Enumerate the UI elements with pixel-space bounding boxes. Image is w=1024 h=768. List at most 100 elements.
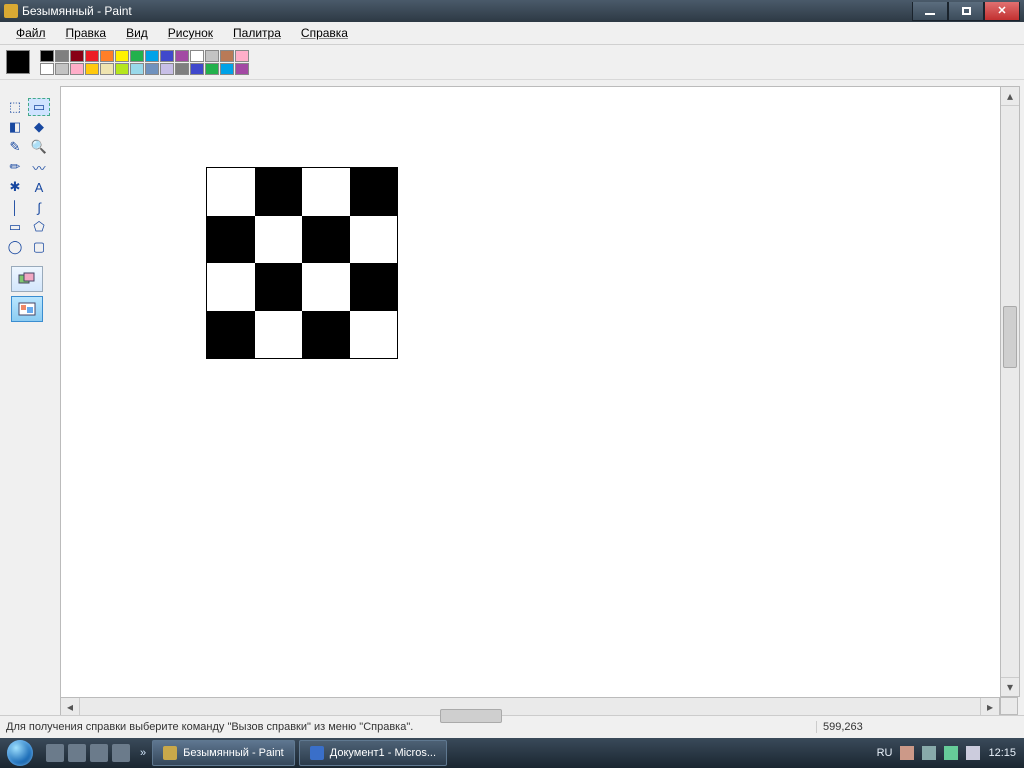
horizontal-scrollbar[interactable]: ◂ ▸	[60, 697, 1000, 717]
color-swatch[interactable]	[115, 50, 129, 62]
quick-launch-expand-icon[interactable]: »	[136, 747, 150, 759]
color-swatch[interactable]	[175, 63, 189, 75]
menu-image[interactable]: Рисунок	[158, 24, 223, 42]
color-swatch[interactable]	[175, 50, 189, 62]
scroll-up-arrow-icon[interactable]: ▴	[1001, 87, 1019, 106]
chess-square	[350, 216, 398, 264]
taskbar: » Безымянный - Paint Документ1 - Micros.…	[0, 738, 1024, 768]
h-scroll-thumb[interactable]	[440, 709, 502, 723]
color-swatch[interactable]	[190, 50, 204, 62]
eraser-tool[interactable]: ◧	[4, 118, 26, 136]
color-swatch[interactable]	[85, 63, 99, 75]
color-swatch[interactable]	[55, 63, 69, 75]
color-swatch[interactable]	[70, 63, 84, 75]
scroll-left-arrow-icon[interactable]: ◂	[61, 698, 80, 716]
scroll-down-arrow-icon[interactable]: ▾	[1001, 677, 1019, 696]
close-button[interactable]	[984, 2, 1020, 21]
checkerboard-drawing	[206, 167, 398, 359]
taskbar-item-label: Безымянный - Paint	[183, 747, 284, 759]
status-bar: Для получения справки выберите команду "…	[0, 715, 1024, 738]
maximize-button[interactable]	[948, 2, 984, 21]
color-swatch[interactable]	[130, 63, 144, 75]
color-swatch[interactable]	[205, 63, 219, 75]
text-tool[interactable]: A	[28, 178, 50, 196]
color-swatch[interactable]	[205, 50, 219, 62]
color-swatch[interactable]	[220, 63, 234, 75]
vertical-scrollbar[interactable]: ▴ ▾	[1000, 86, 1020, 697]
color-swatch[interactable]	[100, 50, 114, 62]
chess-square	[302, 216, 350, 264]
ext-tool-2[interactable]	[11, 296, 43, 322]
taskbar-item-word[interactable]: Документ1 - Micros...	[299, 740, 447, 766]
rounded-rect-tool[interactable]: ▢	[28, 238, 50, 256]
polygon-tool[interactable]: ⬠	[28, 218, 50, 236]
color-swatch[interactable]	[55, 50, 69, 62]
scroll-right-arrow-icon[interactable]: ▸	[980, 698, 999, 716]
color-swatch[interactable]	[160, 63, 174, 75]
color-swatch[interactable]	[70, 50, 84, 62]
rectangle-tool[interactable]: ▭	[4, 218, 26, 236]
taskbar-clock[interactable]: 12:15	[988, 747, 1016, 759]
chess-square	[255, 216, 303, 264]
color-swatch[interactable]	[85, 50, 99, 62]
picker-tool[interactable]: ✎	[4, 138, 26, 156]
tray-icon[interactable]	[900, 746, 914, 760]
quick-launch-item[interactable]	[90, 744, 108, 762]
brush-tool[interactable]: 〰	[28, 158, 50, 176]
minimize-button[interactable]	[912, 2, 948, 21]
quick-launch-item[interactable]	[112, 744, 130, 762]
menu-view[interactable]: Вид	[116, 24, 158, 42]
tray-network-icon[interactable]	[944, 746, 958, 760]
free-select-tool[interactable]: ⬚	[4, 98, 26, 116]
chess-square	[207, 168, 255, 216]
menu-palette[interactable]: Палитра	[223, 24, 291, 42]
color-swatch[interactable]	[190, 63, 204, 75]
pencil-tool[interactable]: ✏	[4, 158, 26, 176]
language-indicator[interactable]: RU	[877, 747, 893, 759]
menu-file[interactable]: Файл	[6, 24, 56, 42]
color-swatch[interactable]	[40, 50, 54, 62]
chess-square	[350, 168, 398, 216]
curve-tool[interactable]: ∫	[28, 198, 50, 216]
status-help-text: Для получения справки выберите команду "…	[0, 721, 816, 733]
color-swatch[interactable]	[145, 50, 159, 62]
word-icon	[310, 746, 324, 760]
chess-square	[350, 311, 398, 359]
quick-launch-item[interactable]	[68, 744, 86, 762]
ext-tool-1[interactable]	[11, 266, 43, 292]
tray-volume-icon[interactable]	[966, 746, 980, 760]
status-coordinates: 599,263	[816, 721, 943, 733]
menu-edit[interactable]: Правка	[56, 24, 117, 42]
layers-icon	[18, 272, 36, 286]
chess-square	[207, 263, 255, 311]
color-swatch[interactable]	[220, 50, 234, 62]
chess-square	[302, 168, 350, 216]
color-swatch[interactable]	[100, 63, 114, 75]
current-color-swatch[interactable]	[6, 50, 30, 74]
chess-square	[302, 263, 350, 311]
paint-icon	[163, 746, 177, 760]
tray-icon[interactable]	[922, 746, 936, 760]
color-swatch[interactable]	[145, 63, 159, 75]
canvas-area[interactable]	[60, 86, 1000, 697]
start-button[interactable]	[0, 738, 40, 768]
taskbar-item-paint[interactable]: Безымянный - Paint	[152, 740, 295, 766]
scroll-corner	[1000, 697, 1018, 715]
color-swatch[interactable]	[40, 63, 54, 75]
color-swatch[interactable]	[115, 63, 129, 75]
color-swatch[interactable]	[235, 63, 249, 75]
title-bar: Безымянный - Paint	[0, 0, 1024, 22]
v-scroll-thumb[interactable]	[1003, 306, 1017, 368]
ellipse-tool[interactable]: ◯	[4, 238, 26, 256]
color-swatch[interactable]	[130, 50, 144, 62]
color-swatch[interactable]	[160, 50, 174, 62]
color-swatch[interactable]	[235, 50, 249, 62]
toolbox: ⬚▭◧◆✎🔍✏〰✱A│∫▭⬠◯▢	[0, 80, 54, 715]
line-tool[interactable]: │	[4, 198, 26, 216]
menu-help[interactable]: Справка	[291, 24, 358, 42]
rect-select-tool[interactable]: ▭	[28, 98, 50, 116]
magnifier-tool[interactable]: 🔍	[28, 138, 50, 156]
quick-launch-item[interactable]	[46, 744, 64, 762]
airbrush-tool[interactable]: ✱	[4, 178, 26, 196]
fill-tool[interactable]: ◆	[28, 118, 50, 136]
